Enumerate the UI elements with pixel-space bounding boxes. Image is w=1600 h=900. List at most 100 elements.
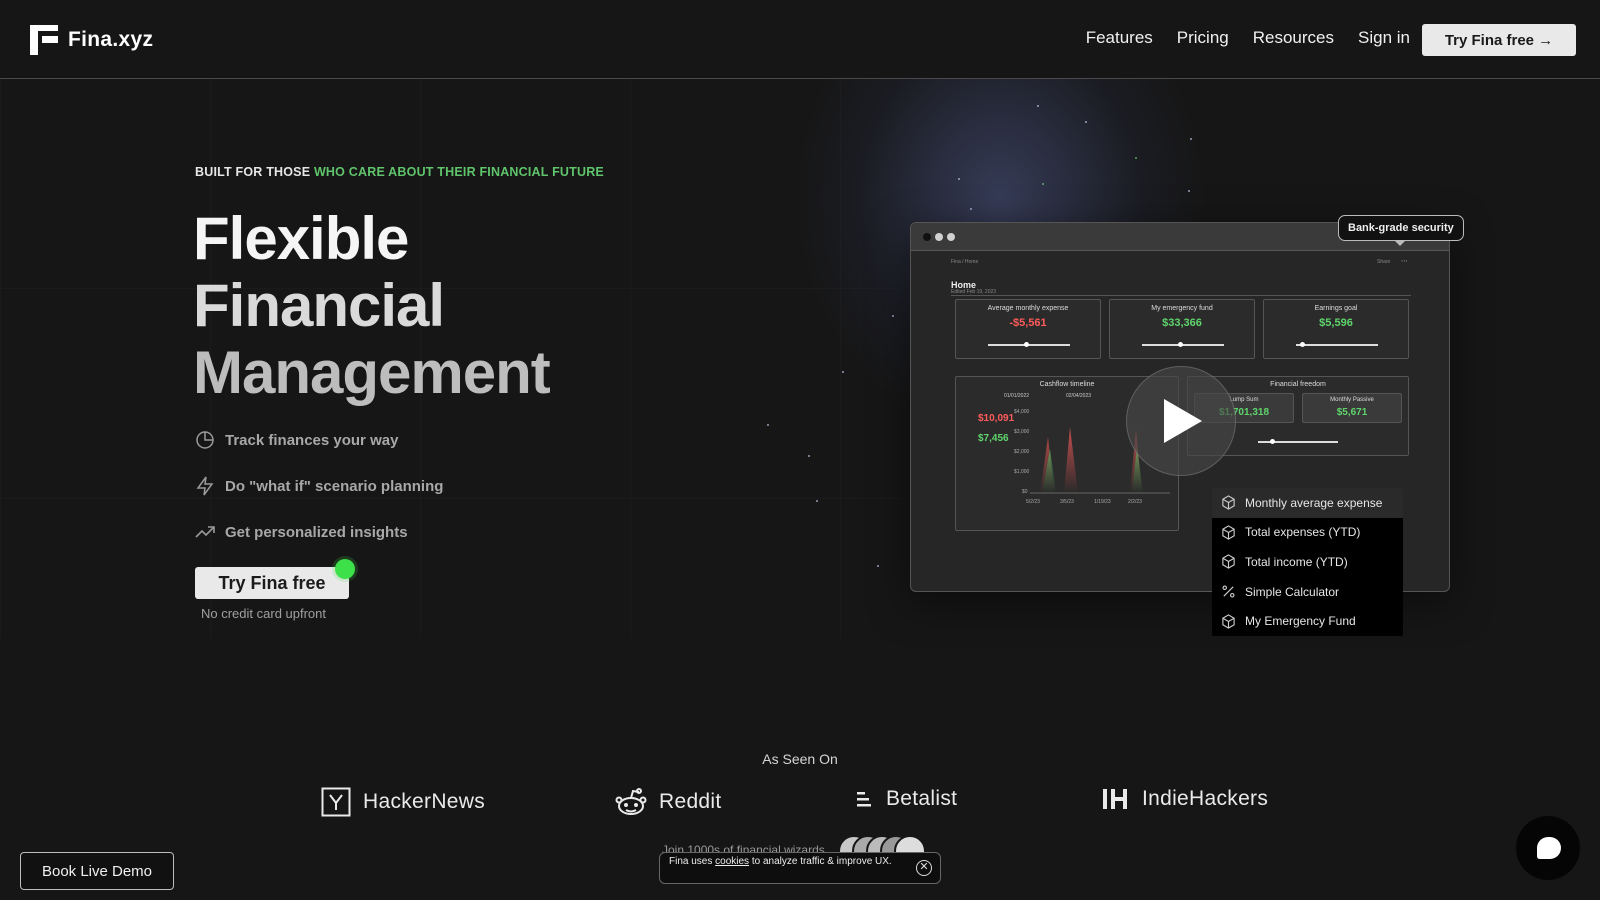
x-tick: 3/5/23	[1060, 499, 1074, 505]
mock-share: Share	[1377, 259, 1391, 265]
y-tick: $2,000	[1014, 449, 1030, 455]
y-tick: $0	[1022, 489, 1028, 495]
card-title: My emergency fund	[1151, 305, 1213, 312]
brand-label: Betalist	[886, 787, 958, 810]
brand-indiehackers[interactable]: IndieHackers	[1102, 787, 1268, 811]
more-icon: ⋯	[1401, 258, 1408, 265]
nav-link-resources[interactable]: Resources	[1253, 28, 1334, 48]
cookies-link[interactable]: cookies	[715, 856, 749, 867]
divider	[951, 295, 1411, 296]
menu-item-monthly-average-expense[interactable]: Monthly average expense	[1212, 488, 1403, 518]
hero-title: Flexible Financial Management	[193, 205, 613, 406]
y-tick: $1,000	[1014, 469, 1030, 475]
cube-icon	[1222, 525, 1235, 540]
start-date: 01/01/2022	[1004, 393, 1030, 399]
card-title: Average monthly expense	[987, 305, 1069, 312]
x-tick: 5/2/23	[1026, 499, 1040, 505]
as-seen-on-heading: As Seen On	[762, 751, 838, 767]
cube-icon	[1222, 495, 1235, 511]
badge-pointer	[1394, 240, 1406, 246]
x-tick: 1/19/23	[1094, 499, 1111, 505]
menu-item-label: Monthly average expense	[1245, 495, 1383, 510]
hero-title-line-2: Financial	[193, 272, 445, 339]
expense-value: $10,091	[978, 413, 1015, 424]
slider-knob	[1024, 342, 1029, 347]
indiehackers-icon	[1103, 789, 1127, 809]
hero-try-free-button[interactable]: Try Fina free	[195, 567, 349, 599]
menu-item-emergency-fund[interactable]: My Emergency Fund	[1212, 606, 1403, 636]
feature-label: Track finances your way	[225, 431, 399, 449]
reddit-icon	[615, 788, 647, 815]
card-emergency-fund: My emergency fund $33,366	[1109, 299, 1255, 359]
pie-chart-icon	[196, 431, 214, 449]
menu-item-label: My Emergency Fund	[1245, 614, 1356, 629]
hero-eyebrow: BUILT FOR THOSE WHO CARE ABOUT THEIR FIN…	[195, 165, 604, 179]
nav-link-sign-in[interactable]: Sign in	[1358, 28, 1410, 48]
brand-reddit[interactable]: Reddit	[615, 787, 722, 817]
feature-item: Get personalized insights	[195, 522, 408, 542]
window-dot	[923, 233, 931, 241]
monthly-passive-value: $5,671	[1336, 407, 1368, 418]
close-icon[interactable]: ✕	[916, 860, 932, 876]
feature-label: Get personalized insights	[225, 523, 408, 541]
monthly-passive-box: Monthly Passive $5,671	[1302, 393, 1402, 423]
play-video-button[interactable]	[1126, 366, 1236, 476]
cube-icon	[1222, 554, 1235, 570]
logo-icon	[30, 25, 58, 55]
menu-item-label: Total income (YTD)	[1245, 554, 1348, 569]
menu-item-total-income[interactable]: Total income (YTD)	[1212, 547, 1403, 577]
slider-knob	[1270, 439, 1275, 444]
widget-menu: Monthly average expense Total expenses (…	[1212, 488, 1403, 636]
menu-item-label: Total expenses (YTD)	[1245, 525, 1361, 540]
eyebrow-white: BUILT FOR THOSE	[195, 165, 314, 179]
betalist-icon	[857, 792, 871, 807]
no-credit-card-note: No credit card upfront	[201, 606, 327, 621]
cookie-banner: Fina uses cookies to analyze traffic & i…	[659, 852, 941, 884]
menu-item-simple-calculator[interactable]: Simple Calculator	[1212, 577, 1403, 607]
brand-label: IndieHackers	[1142, 787, 1269, 810]
cube-icon	[1222, 613, 1235, 629]
card-value: $5,596	[1319, 317, 1353, 329]
feature-item: Track finances your way	[195, 430, 398, 450]
card-title: Earnings goal	[1314, 305, 1358, 312]
menu-item-total-expenses[interactable]: Total expenses (YTD)	[1212, 518, 1403, 548]
top-nav: Fina.xyz Features Pricing Resources Sign…	[0, 0, 1600, 79]
cta-status-dot	[335, 559, 355, 579]
card-value: $33,366	[1162, 317, 1202, 329]
cookie-prefix: Fina uses	[669, 856, 716, 867]
menu-item-label: Simple Calculator	[1245, 584, 1340, 599]
x-tick: 2/2/23	[1128, 499, 1142, 505]
brand-betalist[interactable]: Betalist	[854, 787, 957, 811]
card-slider	[988, 344, 1070, 346]
trending-up-icon	[195, 526, 215, 538]
card-average-monthly-expense: Average monthly expense -$5,561	[955, 299, 1101, 359]
card-slider	[1142, 344, 1224, 346]
nav-try-free-button[interactable]: Try Fina free →	[1422, 24, 1576, 56]
feature-item: Do "what if" scenario planning	[195, 476, 443, 496]
income-value: $7,456	[978, 433, 1009, 444]
card-value: -$5,561	[1009, 317, 1047, 329]
slider-knob	[1178, 342, 1183, 347]
lightning-icon	[196, 476, 214, 496]
chat-button[interactable]	[1516, 816, 1580, 880]
card-slider	[1296, 344, 1378, 346]
eyebrow-green: WHO CARE ABOUT THEIR FINANCIAL FUTURE	[313, 165, 604, 179]
logo-text: Fina.xyz	[68, 28, 154, 51]
window-dot	[947, 233, 955, 241]
nav-link-features[interactable]: Features	[1086, 28, 1153, 48]
logo[interactable]: Fina.xyz	[30, 25, 153, 55]
card-earnings-goal: Earnings goal $5,596	[1263, 299, 1409, 359]
mock-breadcrumb: Fina / Home	[951, 259, 979, 265]
nav-link-pricing[interactable]: Pricing	[1177, 28, 1229, 48]
percent-icon	[1222, 585, 1235, 598]
brand-label: HackerNews	[363, 790, 486, 813]
play-icon	[1164, 399, 1202, 443]
brand-label: Reddit	[659, 790, 722, 813]
brand-hackernews[interactable]: HackerNews	[321, 787, 485, 817]
chat-icon	[1537, 837, 1561, 859]
end-date: 02/04/2023	[1066, 393, 1092, 399]
cookie-suffix: to analyze traffic & improve UX.	[749, 856, 892, 867]
book-live-demo-button[interactable]: Book Live Demo	[20, 852, 174, 890]
nav-links: Features Pricing Resources Sign in	[1086, 28, 1410, 48]
bank-grade-security-badge: Bank-grade security	[1338, 215, 1464, 241]
